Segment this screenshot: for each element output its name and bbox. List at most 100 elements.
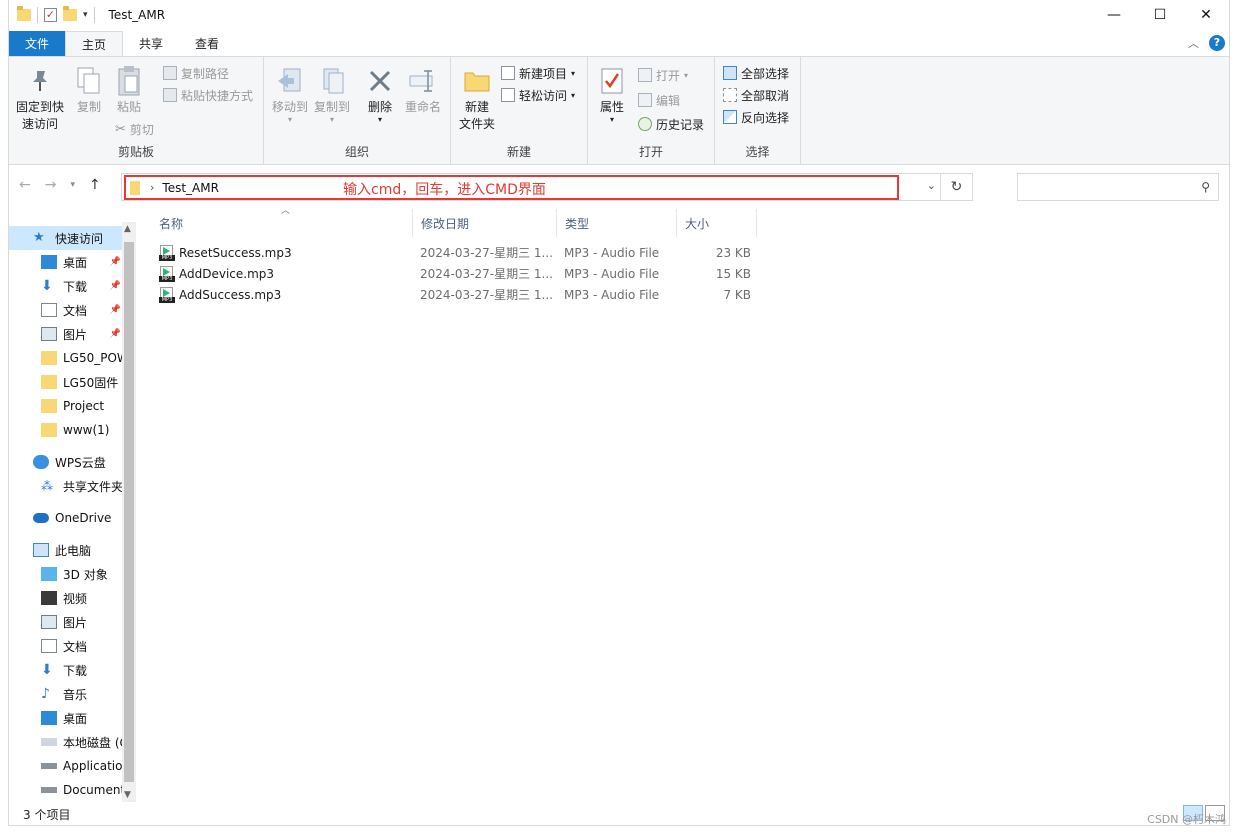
nav-label: 3D 对象	[63, 567, 108, 582]
pin-quick-access-button[interactable]: 固定到快 速访问	[15, 65, 65, 133]
nav-item-desktop[interactable]: 桌面 📌	[9, 250, 123, 274]
file-row[interactable]: MP3 AddSuccess.mp3 2024-03-27-星期三 1... M…	[149, 284, 769, 305]
open-button[interactable]: 打开 ▾	[638, 65, 688, 85]
column-header-name[interactable]: 名称	[151, 209, 413, 237]
scissors-icon: ✂	[115, 121, 126, 137]
new-item-icon	[501, 66, 515, 80]
tab-home[interactable]: 主页	[65, 31, 124, 56]
nav-scrollbar[interactable]: ▲ ▼	[122, 222, 136, 802]
folder-icon	[41, 375, 57, 389]
nav-item-3d-objects[interactable]: 3D 对象	[9, 562, 123, 586]
pin-icon[interactable]: 📌	[110, 257, 121, 267]
select-all-button[interactable]: 全部选择	[723, 63, 789, 83]
cloud-icon	[33, 455, 49, 469]
nav-item-folder[interactable]: Project	[9, 394, 123, 418]
close-button[interactable]: ✕	[1183, 0, 1229, 30]
history-button[interactable]: 历史记录	[638, 114, 704, 134]
nav-item-documents[interactable]: 文档 📌	[9, 298, 123, 322]
search-input[interactable]: ⚲	[1017, 173, 1219, 201]
search-icon[interactable]: ⚲	[1201, 180, 1210, 194]
copy-path-button[interactable]: 复制路径	[163, 63, 229, 83]
new-folder-button[interactable]: 新建 文件夹	[455, 65, 499, 133]
pin-icon[interactable]: 📌	[110, 305, 121, 315]
nav-item-downloads[interactable]: ⬇ 下载	[9, 658, 123, 682]
nav-item-folder[interactable]: LG50_POW	[9, 346, 123, 370]
column-header-size[interactable]: 大小	[677, 209, 757, 237]
tab-view[interactable]: 查看	[179, 31, 235, 56]
up-arrow-icon[interactable]: ↑	[89, 177, 101, 193]
open-group-label: 打开	[638, 145, 663, 159]
nav-item-documents[interactable]: 文档	[9, 634, 123, 658]
nav-wps-cloud[interactable]: WPS云盘	[9, 450, 123, 474]
cut-button[interactable]: ✂ 剪切	[115, 119, 154, 139]
copy-to-button[interactable]: 复制到 ▾	[312, 65, 352, 124]
nav-item-videos[interactable]: 视频	[9, 586, 123, 610]
paste-button[interactable]: 粘贴	[109, 65, 149, 116]
window-title: Test_AMR	[108, 8, 166, 22]
new-item-label: 新建项目	[519, 66, 568, 81]
easy-access-button[interactable]: 轻松访问 ▾	[501, 85, 575, 105]
rename-icon	[407, 65, 439, 97]
nav-item-pictures[interactable]: 图片	[9, 610, 123, 634]
column-header-date[interactable]: 修改日期	[413, 209, 557, 237]
select-group-label: 选择	[745, 145, 770, 159]
ribbon-tabs: 文件 主页 共享 查看 ︿ ?	[9, 31, 1229, 56]
maximize-button[interactable]: ☐	[1137, 0, 1183, 30]
collapse-ribbon-icon[interactable]: ︿	[1188, 35, 1199, 51]
scroll-up-icon[interactable]: ▲	[124, 224, 131, 234]
nav-this-pc[interactable]: 此电脑	[9, 538, 123, 562]
nav-quick-access[interactable]: ★ 快速访问	[9, 226, 123, 250]
minimize-button[interactable]: —	[1091, 0, 1137, 30]
help-icon[interactable]: ?	[1209, 35, 1225, 51]
file-row[interactable]: MP3 AddDevice.mp3 2024-03-27-星期三 1... MP…	[149, 263, 769, 284]
breadcrumb-chevron-icon[interactable]: ›	[150, 181, 154, 194]
cube-icon	[41, 567, 57, 581]
scrollbar-thumb[interactable]	[124, 242, 134, 782]
history-label: 历史记录	[656, 117, 705, 132]
file-row[interactable]: MP3 ResetSuccess.mp3 2024-03-27-星期三 1...…	[149, 242, 769, 263]
forward-arrow-icon[interactable]: →	[45, 177, 57, 193]
tab-file[interactable]: 文件	[9, 31, 66, 56]
computer-icon	[33, 543, 49, 557]
nav-item-folder[interactable]: LG50固件	[9, 370, 123, 394]
nav-item-pictures[interactable]: 图片 📌	[9, 322, 123, 346]
tab-share[interactable]: 共享	[123, 31, 179, 56]
nav-item-local-disk[interactable]: 本地磁盘 (C	[9, 730, 123, 754]
nav-label: 本地磁盘 (C	[63, 735, 123, 750]
copy-button[interactable]: 复制	[71, 65, 107, 116]
paste-shortcut-button[interactable]: 粘贴快捷方式	[163, 85, 253, 105]
address-path[interactable]: Test_AMR	[162, 181, 219, 195]
nav-item-folder[interactable]: www(1)	[9, 418, 123, 442]
nav-item-music[interactable]: ♪ 音乐	[9, 682, 123, 706]
refresh-button[interactable]: ↻	[940, 174, 972, 200]
nav-item-desktop[interactable]: 桌面	[9, 706, 123, 730]
mp3-file-icon: MP3	[159, 286, 175, 303]
nav-item-downloads[interactable]: ⬇ 下载 📌	[9, 274, 123, 298]
scroll-down-icon[interactable]: ▼	[124, 790, 131, 800]
recent-locations-icon[interactable]: ▾	[70, 177, 75, 193]
pin-icon[interactable]: 📌	[110, 281, 121, 291]
new-item-button[interactable]: 新建项目 ▾	[501, 63, 575, 83]
address-dropdown-icon[interactable]: ⌄	[927, 179, 936, 192]
nav-item-drive[interactable]: Applicatio	[9, 754, 123, 778]
select-none-button[interactable]: 全部取消	[723, 85, 789, 105]
pin-icon[interactable]: 📌	[110, 329, 121, 339]
move-to-button[interactable]: 移动到 ▾	[270, 65, 310, 124]
properties-button[interactable]: 属性 ▾	[594, 65, 630, 124]
rename-button[interactable]: 重命名	[402, 65, 444, 116]
new-folder-icon[interactable]	[63, 6, 77, 21]
file-type: MP3 - Audio File	[564, 266, 660, 281]
invert-selection-label: 反向选择	[741, 110, 790, 125]
address-bar[interactable]: › Test_AMR 输入cmd，回车，进入CMD界面 ⌄ ↻	[121, 173, 973, 201]
edit-button[interactable]: 编辑	[638, 90, 680, 110]
customize-dropdown-icon[interactable]: ▾	[83, 10, 88, 20]
back-arrow-icon[interactable]: ←	[19, 177, 31, 193]
nav-onedrive[interactable]: OneDrive	[9, 506, 123, 530]
delete-button[interactable]: 删除 ▾	[362, 65, 398, 124]
column-header-type[interactable]: 类型	[557, 209, 677, 237]
invert-selection-button[interactable]: 反向选择	[723, 107, 789, 127]
address-highlight[interactable]: › Test_AMR 输入cmd，回车，进入CMD界面	[124, 175, 899, 200]
nav-shared-folder[interactable]: ⁂ 共享文件夹	[9, 474, 123, 498]
nav-item-drive[interactable]: Document	[9, 778, 123, 802]
properties-check-icon[interactable]: ✓	[44, 8, 57, 22]
